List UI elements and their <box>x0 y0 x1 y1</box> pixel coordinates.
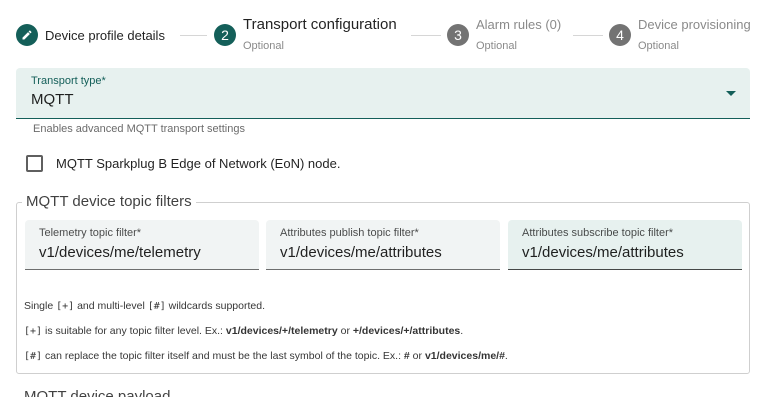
attributes-publish-topic-filter-input[interactable]: Attributes publish topic filter* v1/devi… <box>266 220 500 270</box>
wildcard-note-2: [+] is suitable for any topic filter lev… <box>24 325 463 337</box>
attributes-subscribe-topic-filter-input[interactable]: Attributes subscribe topic filter* v1/de… <box>508 220 742 270</box>
transport-type-value: MQTT <box>31 91 74 108</box>
note-text: can replace the topic filter itself and … <box>42 350 404 362</box>
telemetry-topic-filter-value: v1/devices/me/telemetry <box>39 244 201 261</box>
note-example: v1/devices/+/telemetry <box>225 325 338 337</box>
step-2-title: Transport configuration <box>243 16 397 33</box>
note-code: [+] <box>24 326 43 337</box>
step-4-subtitle: Optional <box>638 40 679 52</box>
sparkplug-checkbox-label[interactable]: MQTT Sparkplug B Edge of Network (EoN) n… <box>56 156 340 171</box>
transport-type-select[interactable]: Transport type* MQTT <box>16 68 750 119</box>
telemetry-topic-filter-input[interactable]: Telemetry topic filter* v1/devices/me/te… <box>25 220 259 270</box>
step-2-subtitle: Optional <box>243 40 284 52</box>
step-2-circle: 2 <box>214 24 236 46</box>
attributes-subscribe-topic-filter-label: Attributes subscribe topic filter* <box>522 227 674 239</box>
note-text: wildcards supported. <box>165 300 265 312</box>
pencil-icon <box>22 30 32 40</box>
step-connector <box>573 35 603 36</box>
step-4-circle: 4 <box>609 24 631 46</box>
transport-type-label: Transport type* <box>31 75 106 87</box>
step-3-subtitle: Optional <box>476 40 517 52</box>
note-text: or <box>409 350 425 362</box>
note-example: v1/devices/me/# <box>424 350 505 362</box>
note-text: Single <box>24 300 57 312</box>
attributes-publish-topic-filter-value: v1/devices/me/attributes <box>280 244 442 261</box>
payload-section-legend: MQTT device payload <box>24 388 171 397</box>
step-1-title: Device profile details <box>45 28 165 43</box>
note-text: is suitable for any topic filter level. … <box>42 325 226 337</box>
sparkplug-checkbox[interactable] <box>26 155 43 172</box>
step-3-title: Alarm rules (0) <box>476 17 562 32</box>
telemetry-topic-filter-label: Telemetry topic filter* <box>39 227 142 239</box>
step-connector <box>411 35 441 36</box>
step-4-title: Device provisioning <box>638 17 751 32</box>
wildcard-note-1: Single [+] and multi-level [#] wildcards… <box>24 300 265 312</box>
stepper: Device profile details 2 Transport confi… <box>0 0 766 62</box>
attributes-publish-topic-filter-label: Attributes publish topic filter* <box>280 227 419 239</box>
note-example: +/devices/+/attributes <box>352 325 461 337</box>
step-connector <box>180 35 207 36</box>
step-3-circle: 3 <box>447 24 469 46</box>
note-text: . <box>460 325 464 337</box>
transport-type-hint: Enables advanced MQTT transport settings <box>33 123 245 135</box>
note-text: or <box>337 325 353 337</box>
dropdown-arrow-icon[interactable] <box>726 91 736 96</box>
note-code: [#] <box>147 301 166 312</box>
note-code: [#] <box>24 351 43 362</box>
note-text: . <box>504 350 508 362</box>
topic-filters-legend: MQTT device topic filters <box>22 193 196 210</box>
wildcard-note-3: [#] can replace the topic filter itself … <box>24 350 508 362</box>
note-code: [+] <box>56 301 75 312</box>
step-1-circle <box>16 24 38 46</box>
note-text: and multi-level <box>74 300 148 312</box>
attributes-subscribe-topic-filter-value: v1/devices/me/attributes <box>522 244 684 261</box>
